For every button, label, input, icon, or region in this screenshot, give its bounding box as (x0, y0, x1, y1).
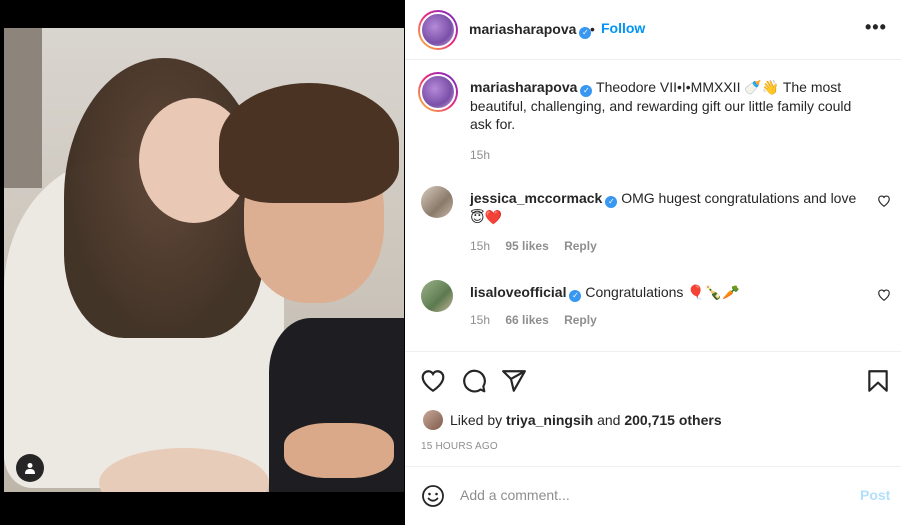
verified-badge-icon: ✓ (580, 85, 593, 97)
comment-time[interactable]: 15h (470, 313, 490, 327)
comment-likes[interactable]: 95 likes (505, 239, 548, 253)
reply-button[interactable]: Reply (564, 239, 597, 253)
bookmark-icon[interactable] (865, 368, 891, 394)
more-options-icon[interactable]: ••• (865, 17, 887, 38)
post-actions: Liked by triya_ningsih and 200,715 other… (405, 351, 901, 466)
add-comment-bar: Post (405, 466, 901, 525)
photo-hand (284, 423, 394, 478)
user-tag-button[interactable] (16, 454, 44, 482)
likes-count[interactable]: 200,715 others (624, 412, 721, 428)
comment-username[interactable]: jessica_mccormack (470, 190, 602, 206)
comment-like-heart-icon[interactable] (877, 194, 891, 208)
liked-by-text: Liked by triya_ningsih and 200,715 other… (450, 412, 722, 428)
caption-username[interactable]: mariasharapova (470, 79, 577, 95)
post-timestamp[interactable]: 15 HOURS AGO (421, 441, 498, 452)
comment-bubble-icon[interactable] (461, 368, 487, 394)
comment-input[interactable] (460, 485, 840, 505)
author-avatar[interactable] (418, 10, 458, 50)
comment-meta: 15h 66 likes Reply (470, 313, 609, 327)
verified-badge-icon: ✓ (605, 196, 618, 208)
follow-button[interactable]: Follow (601, 20, 645, 36)
post-media (0, 0, 405, 525)
comment-like-heart-icon[interactable] (877, 288, 891, 302)
comment-time[interactable]: 15h (470, 239, 490, 253)
commenter-avatar[interactable] (421, 280, 453, 312)
paper-plane-icon[interactable] (501, 368, 527, 394)
post-comment-button[interactable]: Post (860, 487, 890, 503)
caption-body: mariasharapova ✓ Theodore VII•I•MMXXII 🍼👋… (470, 78, 870, 133)
liker-username[interactable]: triya_ningsih (506, 412, 593, 428)
post-header: mariasharapova ✓ • Follow ••• (405, 0, 901, 60)
heart-icon[interactable] (420, 368, 446, 394)
comment-likes[interactable]: 66 likes (505, 313, 548, 327)
reply-button[interactable]: Reply (564, 313, 597, 327)
post-photo[interactable] (4, 28, 404, 492)
author-username[interactable]: mariasharapova ✓ (469, 21, 592, 39)
user-tag-icon (25, 463, 35, 474)
comment-username[interactable]: lisaloveofficial (470, 284, 566, 300)
comment-body: jessica_mccormack ✓ OMG hugest congratula… (470, 189, 870, 226)
post-side-panel: mariasharapova ✓ • Follow ••• mariasharap… (405, 0, 901, 525)
caption-avatar[interactable] (418, 72, 458, 112)
photo-man-hair (219, 83, 399, 203)
caption-time[interactable]: 15h (470, 148, 490, 162)
photo-door (4, 28, 42, 188)
liker-avatar[interactable] (423, 410, 443, 430)
smiley-icon[interactable] (421, 484, 445, 508)
comment-meta: 15h 95 likes Reply (470, 239, 609, 253)
comment-body: lisaloveofficial ✓ Congratulations 🎈🍾🥕 (470, 283, 870, 302)
verified-badge-icon: ✓ (569, 290, 582, 302)
liked-by-row: Liked by triya_ningsih and 200,715 other… (423, 409, 893, 431)
header-separator: • (590, 21, 595, 37)
comment-text: Congratulations 🎈🍾🥕 (585, 284, 740, 300)
commenter-avatar[interactable] (421, 186, 453, 218)
